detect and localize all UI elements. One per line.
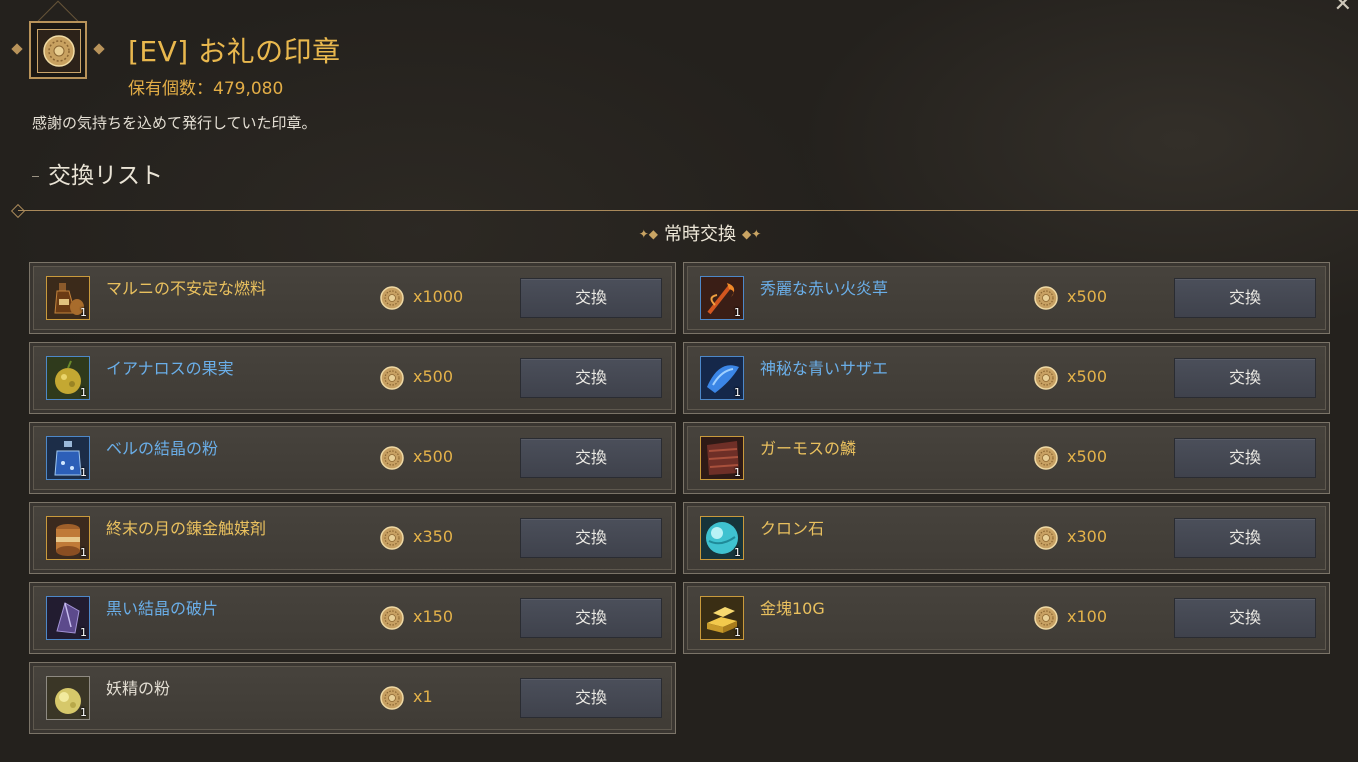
subsection-title: ✦◆ 常時交換 ◆✦ xyxy=(638,224,762,245)
item-name: 秀麗な赤い火炎草 xyxy=(760,279,889,298)
item-quantity: 1 xyxy=(80,306,87,319)
item-price: x150 xyxy=(413,607,454,626)
item-name: クロン石 xyxy=(760,519,825,538)
item-price: x500 xyxy=(1067,287,1108,306)
exchange-row: 1 神秘な青いサザエ x500 交換 xyxy=(683,342,1330,414)
exchange-row: 1 ベルの結晶の粉 x500 交換 xyxy=(29,422,676,494)
exchange-row: 1 金塊10G x100 交換 xyxy=(683,582,1330,654)
crystal-powder-icon[interactable]: 1 xyxy=(46,436,90,480)
ornament-right-icon: ◆✦ xyxy=(742,227,762,241)
item-name: ガーモスの鱗 xyxy=(760,439,857,458)
exchange-button[interactable]: 交換 xyxy=(1174,278,1316,318)
item-price: x350 xyxy=(413,527,454,546)
item-price: x500 xyxy=(413,367,454,386)
exchange-row: 1 秀麗な赤い火炎草 x500 交換 xyxy=(683,262,1330,334)
exchange-button[interactable]: 交換 xyxy=(1174,598,1316,638)
item-quantity: 1 xyxy=(80,706,87,719)
item-price: x1 xyxy=(413,687,433,706)
exchange-button[interactable]: 交換 xyxy=(520,598,662,638)
item-name: 妖精の粉 xyxy=(106,679,171,698)
item-quantity: 1 xyxy=(80,626,87,639)
cron-stone-icon[interactable]: 1 xyxy=(700,516,744,560)
exchange-button[interactable]: 交換 xyxy=(1174,358,1316,398)
fairy-powder-icon[interactable]: 1 xyxy=(46,676,90,720)
garmoth-scale-icon[interactable]: 1 xyxy=(700,436,744,480)
item-quantity: 1 xyxy=(734,626,741,639)
page-title: [EV] お礼の印章 xyxy=(128,35,341,68)
item-quantity: 1 xyxy=(734,546,741,559)
seal-coin-icon xyxy=(1034,286,1058,310)
seal-icon xyxy=(37,29,81,73)
item-price: x500 xyxy=(1067,447,1108,466)
item-price: x1000 xyxy=(413,287,464,306)
item-name: 神秘な青いサザエ xyxy=(760,359,889,378)
item-name: 黒い結晶の破片 xyxy=(106,599,219,618)
seal-coin-icon xyxy=(380,686,404,710)
exchange-button[interactable]: 交換 xyxy=(1174,438,1316,478)
item-price: x500 xyxy=(413,447,454,466)
item-quantity: 1 xyxy=(734,306,741,319)
seal-coin-icon xyxy=(380,526,404,550)
exchange-button[interactable]: 交換 xyxy=(520,358,662,398)
exchange-row: 1 イアナロスの果実 x500 交換 xyxy=(29,342,676,414)
exchange-button[interactable]: 交換 xyxy=(520,678,662,718)
seal-coin-icon xyxy=(380,446,404,470)
item-name: マルニの不安定な燃料 xyxy=(106,279,267,298)
exchange-row: 1 終末の月の錬金触媒剤 x350 交換 xyxy=(29,502,676,574)
section-title: 交換リスト xyxy=(48,163,163,189)
exchange-button[interactable]: 交換 xyxy=(520,438,662,478)
item-description: 感謝の気持ちを込めて発行していた印章。 xyxy=(32,114,317,132)
fuel-bottle-icon[interactable]: 1 xyxy=(46,276,90,320)
item-quantity: 1 xyxy=(80,546,87,559)
blue-shell-icon[interactable]: 1 xyxy=(700,356,744,400)
alchemy-catalyst-icon[interactable]: 1 xyxy=(46,516,90,560)
seal-coin-icon xyxy=(380,606,404,630)
item-price: x300 xyxy=(1067,527,1108,546)
exchange-row: 1 ガーモスの鱗 x500 交換 xyxy=(683,422,1330,494)
item-quantity: 1 xyxy=(80,466,87,479)
seal-coin-icon xyxy=(1034,526,1058,550)
seal-coin-icon xyxy=(1034,606,1058,630)
item-quantity: 1 xyxy=(734,466,741,479)
item-name: イアナロスの果実 xyxy=(106,359,234,378)
item-name: 終末の月の錬金触媒剤 xyxy=(106,519,267,538)
ianaros-fruit-icon[interactable]: 1 xyxy=(46,356,90,400)
exchange-button[interactable]: 交換 xyxy=(520,518,662,558)
exchange-row: 1 妖精の粉 x1 交換 xyxy=(29,662,676,734)
item-name: ベルの結晶の粉 xyxy=(106,439,219,458)
item-name: 金塊10G xyxy=(760,599,825,618)
red-flame-grass-icon[interactable]: 1 xyxy=(700,276,744,320)
exchange-row: 1 黒い結晶の破片 x150 交換 xyxy=(29,582,676,654)
seal-coin-icon xyxy=(380,366,404,390)
item-quantity: 1 xyxy=(734,386,741,399)
item-price: x500 xyxy=(1067,367,1108,386)
gold-bar-icon[interactable]: 1 xyxy=(700,596,744,640)
item-price: x100 xyxy=(1067,607,1108,626)
item-header: [EV] お礼の印章 保有個数：479,080 感謝の気持ちを込めて発行していた… xyxy=(0,0,1358,189)
collapse-dash-icon[interactable] xyxy=(32,176,39,177)
seal-coin-icon xyxy=(1034,446,1058,470)
exchange-button[interactable]: 交換 xyxy=(520,278,662,318)
divider xyxy=(18,210,1358,211)
exchange-row: 1 マルニの不安定な燃料 x1000 交換 xyxy=(29,262,676,334)
owned-count: 保有個数：479,080 xyxy=(128,79,284,99)
divider-ornament xyxy=(10,203,26,219)
seal-item-frame xyxy=(29,21,87,79)
exchange-button[interactable]: 交換 xyxy=(1174,518,1316,558)
exchange-row: 1 クロン石 x300 交換 xyxy=(683,502,1330,574)
ornament-left-icon: ✦◆ xyxy=(638,227,658,241)
seal-coin-icon xyxy=(380,286,404,310)
black-crystal-shard-icon[interactable]: 1 xyxy=(46,596,90,640)
seal-coin-icon xyxy=(1034,366,1058,390)
item-quantity: 1 xyxy=(80,386,87,399)
